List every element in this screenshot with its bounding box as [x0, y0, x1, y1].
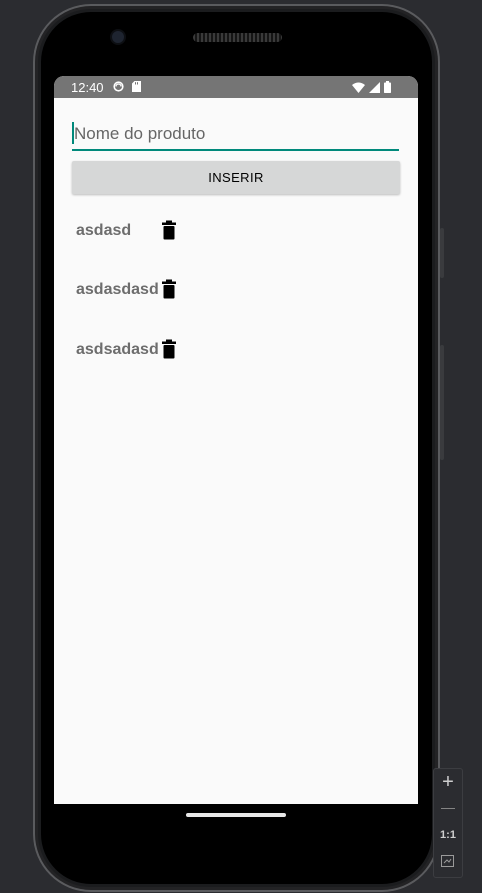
- zoom-in-button[interactable]: +: [434, 771, 462, 794]
- product-name: asdsadasd: [76, 341, 159, 358]
- status-bar: 12:40: [54, 76, 418, 98]
- product-name: asdasdasd: [76, 281, 159, 298]
- product-name-input[interactable]: [72, 120, 394, 148]
- app-screen: 12:40 Nome do produto INSERIR asdasd asd…: [54, 76, 418, 804]
- emulator-zoom-controls: + — 1:1: [433, 768, 463, 878]
- fit-screen-icon[interactable]: [441, 855, 454, 867]
- wifi-icon: [352, 82, 365, 93]
- sync-icon: [113, 81, 124, 92]
- volume-button[interactable]: [440, 228, 444, 278]
- power-button[interactable]: [440, 345, 444, 460]
- zoom-out-button[interactable]: —: [434, 799, 462, 815]
- status-time: 12:40: [71, 80, 104, 95]
- actual-size-button[interactable]: 1:1: [434, 829, 462, 841]
- delete-icon[interactable]: [161, 220, 177, 240]
- insert-button[interactable]: INSERIR: [72, 161, 400, 194]
- signal-icon: [369, 81, 380, 93]
- delete-icon[interactable]: [161, 339, 177, 359]
- front-camera: [112, 31, 124, 43]
- battery-icon: [384, 81, 391, 93]
- delete-icon[interactable]: [161, 279, 177, 299]
- navigation-bar: [54, 804, 418, 854]
- sd-card-icon: [132, 81, 141, 92]
- product-name: asdasd: [76, 222, 132, 239]
- earpiece-speaker: [193, 33, 282, 42]
- home-gesture-handle[interactable]: [186, 813, 286, 817]
- product-name-field[interactable]: [72, 120, 399, 151]
